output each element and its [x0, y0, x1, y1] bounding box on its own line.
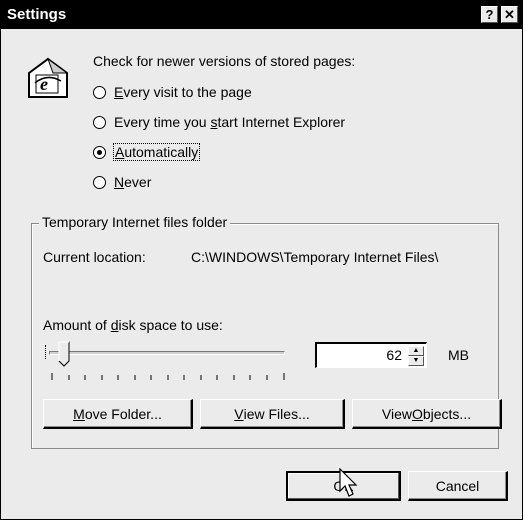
radio-automatically-label: Automatically: [112, 143, 201, 161]
disk-slider-thumb[interactable]: [58, 341, 70, 370]
radio-every-start-label: Every time you start Internet Explorer: [114, 114, 346, 130]
close-button[interactable]: ✕: [501, 6, 518, 23]
check-question: Check for newer versions of stored pages…: [93, 53, 356, 69]
current-location-value: C:\WINDOWS\Temporary Internet Files\: [191, 249, 439, 265]
disk-space-spinbox[interactable]: 62 ▲ ▼: [315, 342, 427, 368]
settings-dialog: Settings ? ✕ e Check for newer versions …: [0, 0, 523, 520]
view-objects-button[interactable]: View Objects...: [352, 399, 502, 429]
disk-space-value[interactable]: 62: [386, 347, 402, 363]
spin-up-icon[interactable]: ▲: [408, 346, 424, 356]
disk-space-label: Amount of disk space to use:: [43, 317, 223, 333]
help-button[interactable]: ?: [481, 6, 498, 23]
current-location-label: Current location:: [43, 249, 146, 265]
radio-every-start-control[interactable]: [93, 115, 106, 129]
radio-automatically[interactable]: Automatically: [93, 141, 201, 163]
radio-every-start[interactable]: Every time you start Internet Explorer: [93, 111, 345, 133]
radio-never-control[interactable]: [93, 175, 106, 189]
radio-every-visit[interactable]: Every visit to the page: [93, 81, 252, 103]
spin-buttons[interactable]: ▲ ▼: [408, 346, 424, 366]
spin-down-icon[interactable]: ▼: [408, 356, 424, 366]
arrow-cursor-icon: [339, 467, 359, 503]
title-bar: Settings ? ✕: [1, 1, 522, 29]
view-files-button[interactable]: View Files...: [200, 399, 345, 429]
radio-never-label: Never: [114, 174, 152, 190]
slider-focus-mark: [45, 345, 47, 359]
radio-every-visit-control[interactable]: [93, 85, 106, 99]
radio-automatically-control[interactable]: [93, 145, 106, 159]
disk-slider-track[interactable]: [49, 351, 285, 355]
cancel-button[interactable]: Cancel: [408, 471, 508, 501]
ie-page-icon: e: [23, 53, 73, 103]
move-folder-button[interactable]: Move Folder...: [43, 399, 193, 429]
radio-every-visit-label: Every visit to the page: [114, 84, 252, 100]
slider-ticks: [51, 373, 285, 380]
radio-never[interactable]: Never: [93, 171, 151, 193]
disk-unit-label: MB: [448, 347, 469, 363]
group-legend: Temporary Internet files folder: [39, 214, 231, 230]
window-title: Settings: [7, 6, 67, 23]
